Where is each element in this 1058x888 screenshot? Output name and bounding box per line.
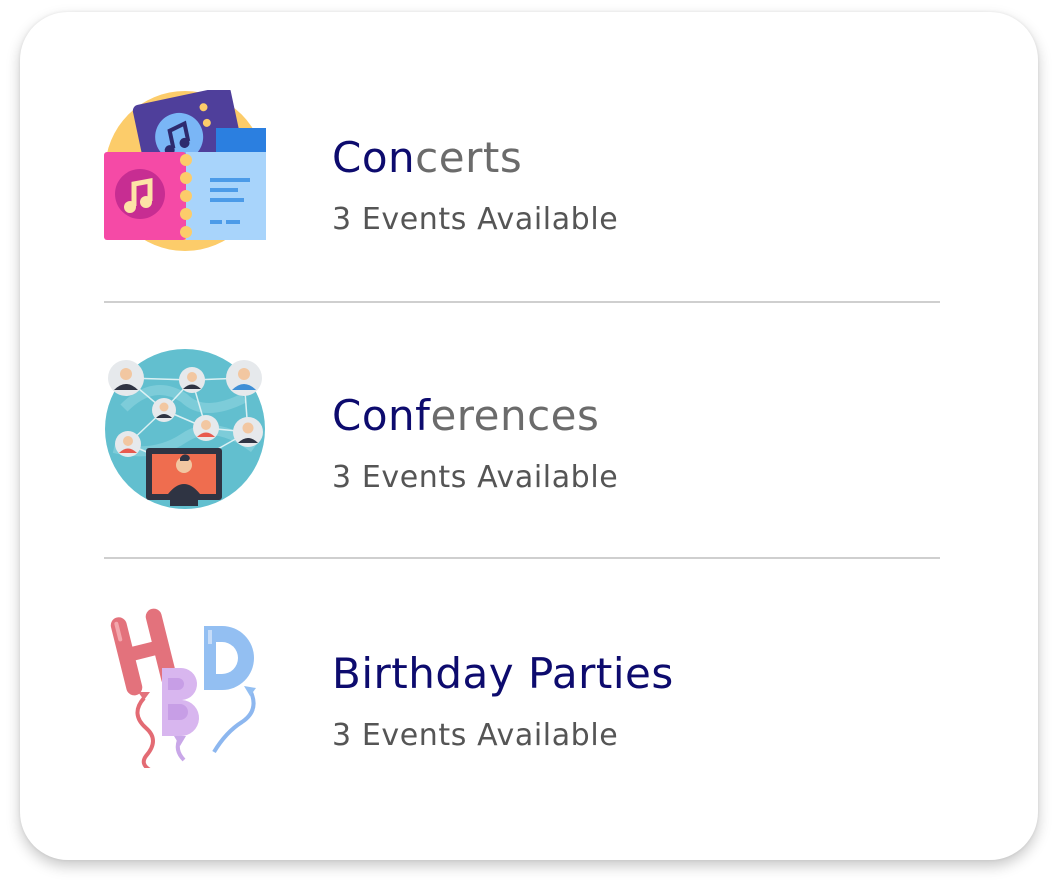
hbd-balloons-icon <box>104 606 266 768</box>
category-title: Concerts <box>332 132 522 184</box>
category-title: Conferences <box>332 390 599 442</box>
event-categories-card: Concerts 3 Events Available Conferences … <box>20 12 1038 860</box>
event-count: 3 Events Available <box>332 718 619 753</box>
title-highlight: Conf <box>332 391 431 440</box>
conference-network-icon <box>104 348 266 510</box>
event-count: 3 Events Available <box>332 460 619 495</box>
divider <box>104 557 940 559</box>
category-conferences[interactable]: Conferences 3 Events Available <box>104 348 940 528</box>
category-concerts[interactable]: Concerts 3 Events Available <box>104 90 940 270</box>
title-rest: certs <box>415 133 523 182</box>
category-title: Birthday Parties <box>332 649 674 698</box>
divider <box>104 301 940 303</box>
category-birthday-parties[interactable]: Birthday Parties 3 Events Available <box>104 606 940 786</box>
concert-ticket-icon <box>104 90 266 252</box>
event-count: 3 Events Available <box>332 202 619 237</box>
title-highlight: Con <box>332 133 416 182</box>
title-rest: erences <box>430 391 600 440</box>
